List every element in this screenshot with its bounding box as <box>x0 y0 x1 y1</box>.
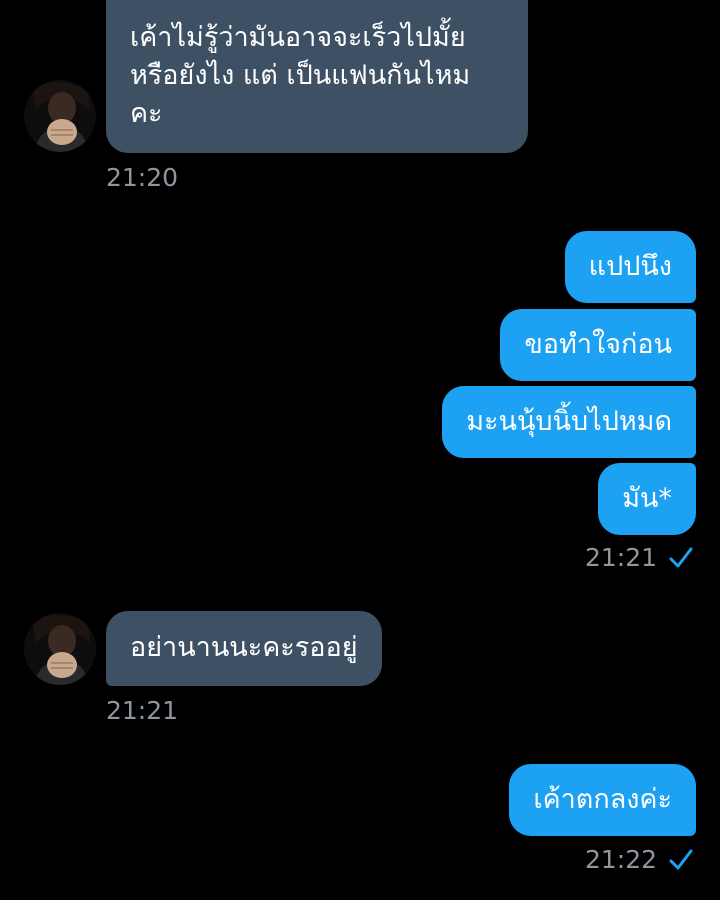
message-bubble-outgoing[interactable]: มัน* <box>598 463 696 535</box>
message-text: ขอทำใจก่อน <box>524 329 672 360</box>
read-check-icon <box>669 547 693 568</box>
message-bubble-incoming[interactable]: เค้าไม่รู้ว่ามันอาจจะเร็วไปมั้ย หรือยังไ… <box>106 0 528 153</box>
message-bubble-outgoing[interactable]: มะนนุ้บนิ้บไปหมด <box>442 386 696 458</box>
message-text: มัน* <box>622 483 672 514</box>
message-text: เค้าตกลงค่ะ <box>533 784 672 815</box>
message-text-line: หรือยังไง แต่ เป็นแฟนกันไหม <box>130 60 471 91</box>
message-bubble-outgoing[interactable]: แปปนึง <box>564 231 696 303</box>
message-text: อย่านานนะคะรออยู่ <box>130 632 358 663</box>
message-timestamp: 21:20 <box>106 163 179 192</box>
message-bubble-outgoing[interactable]: ขอทำใจก่อน <box>500 309 696 381</box>
contact-photo <box>24 80 96 152</box>
message-text: มะนนุ้บนิ้บไปหมด <box>466 406 672 437</box>
message-timestamp: 21:21 <box>106 696 179 725</box>
message-timestamp: 21:22 <box>584 845 657 874</box>
message-text-line: เค้าไม่รู้ว่ามันอาจจะเร็วไปมั้ย <box>130 22 466 53</box>
message-text: แปปนึง <box>588 251 672 282</box>
message-timestamp: 21:21 <box>584 543 657 572</box>
read-check-icon <box>669 849 693 870</box>
message-text-line: คะ <box>130 98 163 129</box>
contact-photo <box>24 613 96 685</box>
contact-avatar[interactable] <box>24 613 96 685</box>
message-bubble-outgoing[interactable]: เค้าตกลงค่ะ <box>509 764 696 836</box>
message-bubble-incoming[interactable]: อย่านานนะคะรออยู่ <box>106 611 382 686</box>
contact-avatar[interactable] <box>24 80 96 152</box>
